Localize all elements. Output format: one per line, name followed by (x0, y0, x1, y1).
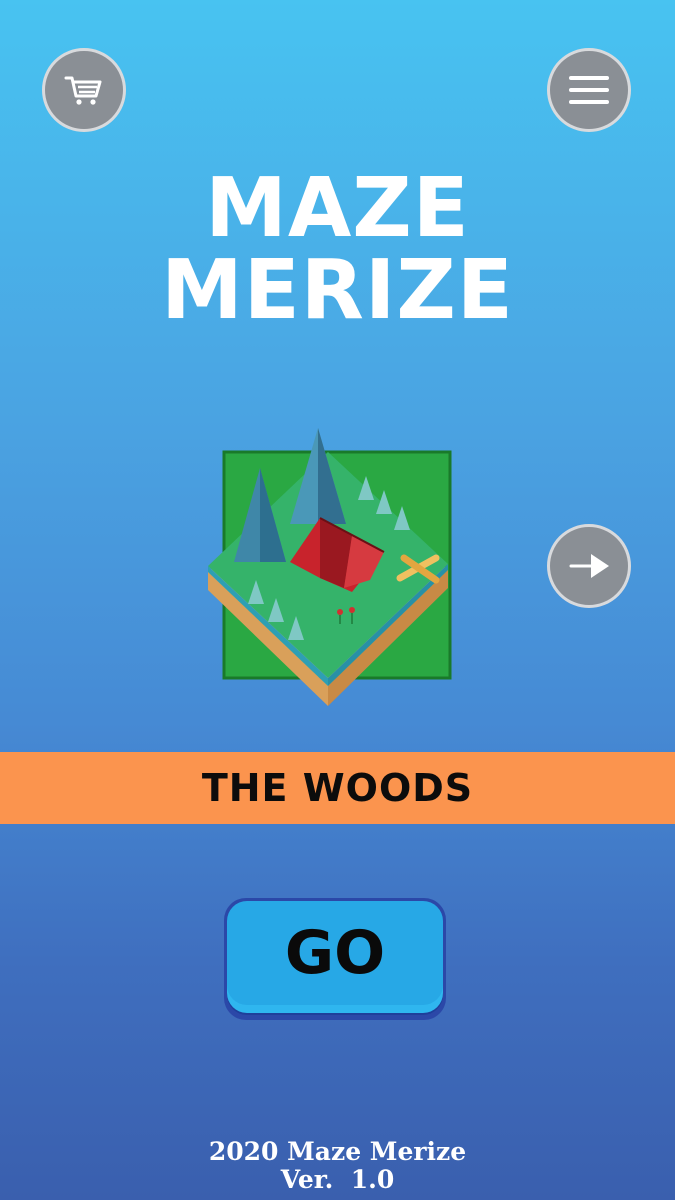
version-text: Ver. 1.0 (280, 1165, 395, 1194)
hamburger-menu-icon (565, 66, 613, 114)
level-name: THE WOODS (201, 766, 474, 810)
menu-button[interactable] (547, 48, 631, 132)
shop-button[interactable] (42, 48, 126, 132)
forest-camp-island-illustration (208, 428, 452, 706)
game-title-line-2: MERIZE (161, 243, 514, 338)
go-button[interactable]: GO (224, 898, 446, 1020)
go-button-face[interactable]: GO (227, 901, 443, 1005)
shopping-cart-icon (60, 66, 108, 114)
go-button-label: GO (284, 918, 386, 988)
level-preview[interactable] (204, 420, 464, 720)
game-title-line-1: MAZE (205, 161, 470, 256)
next-level-button[interactable] (547, 524, 631, 608)
level-name-banner: THE WOODS (0, 752, 675, 824)
copyright-text: 2020 Maze Merize (208, 1137, 467, 1166)
arrow-right-icon (565, 542, 613, 590)
